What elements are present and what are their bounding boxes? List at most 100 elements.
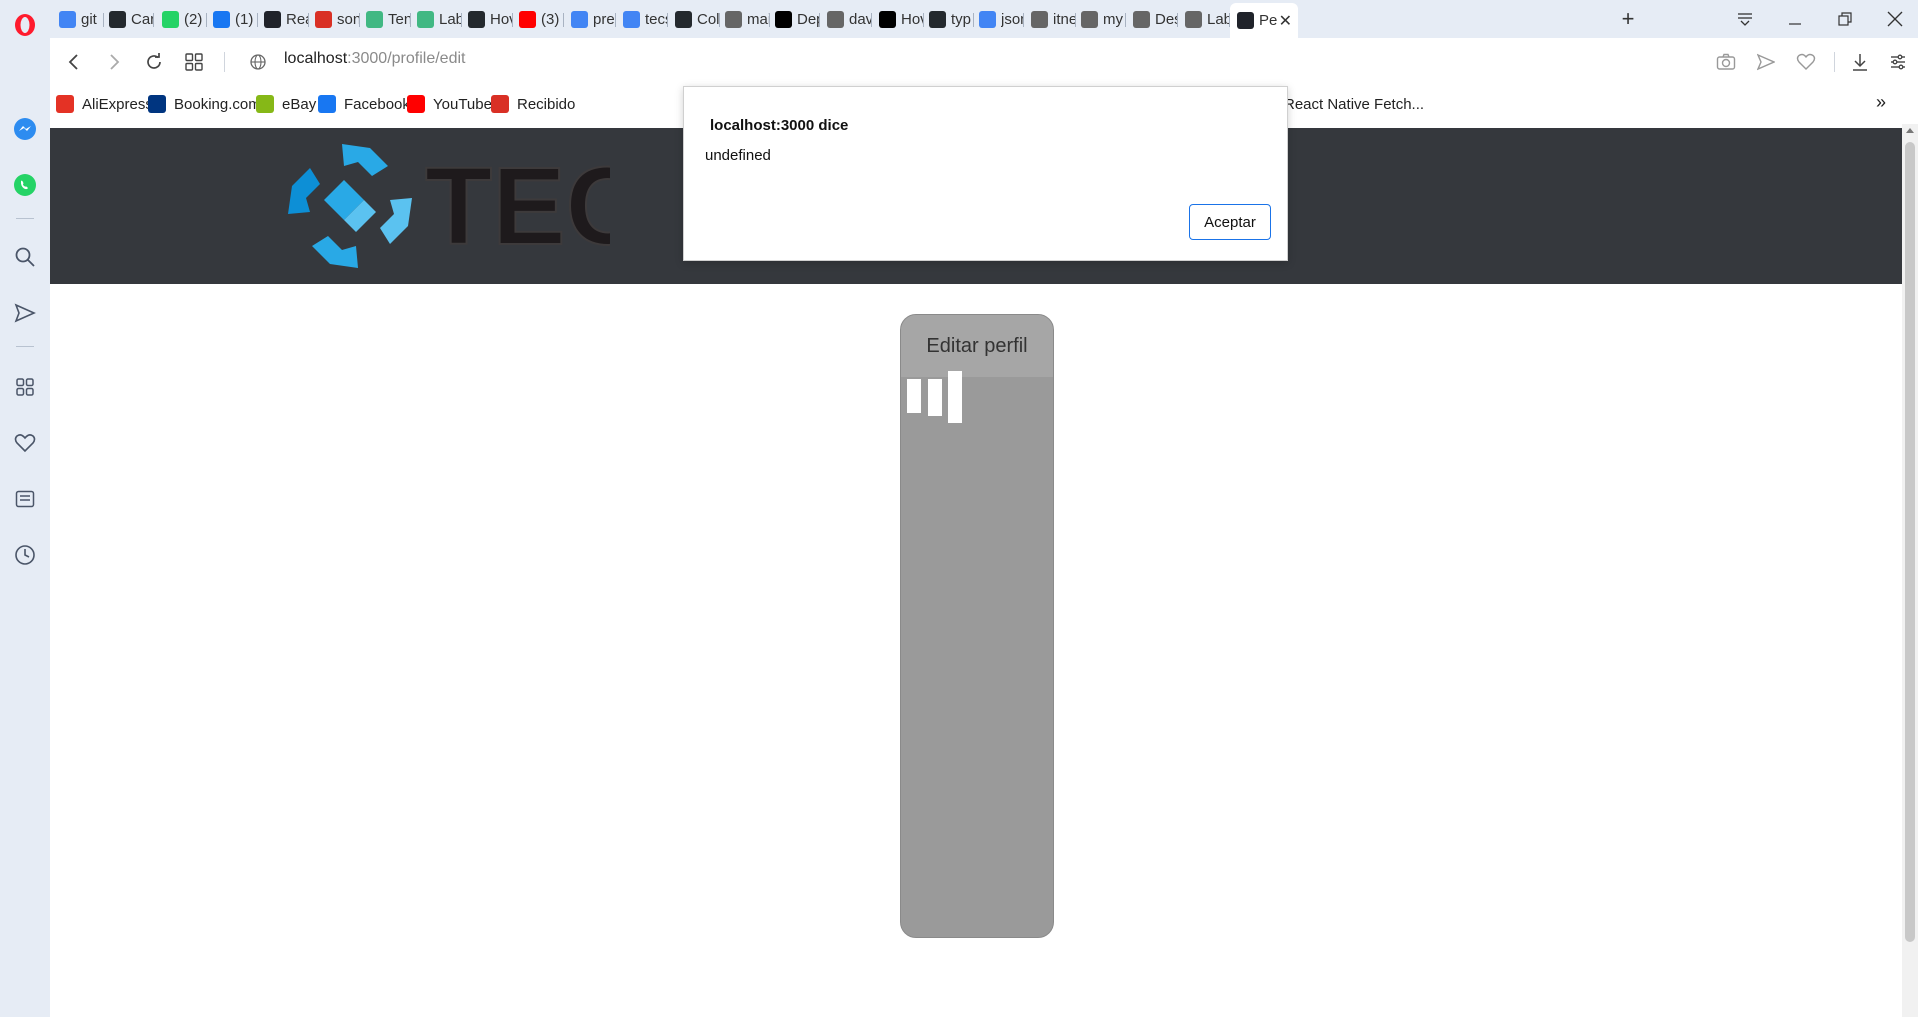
tab-label: tecs — [645, 11, 668, 28]
bookmark-label: Facebook — [344, 95, 410, 113]
news-icon[interactable] — [10, 484, 40, 514]
tab-label: itne — [1053, 11, 1076, 28]
accept-button[interactable]: Aceptar — [1189, 204, 1271, 240]
tab-menu-icon[interactable] — [1726, 4, 1764, 34]
loading-bar — [928, 379, 942, 416]
tab-label: Hov — [490, 11, 513, 28]
bookmark-label: React Native Fetch... — [1284, 95, 1425, 113]
address-host: localhost — [284, 50, 348, 67]
react-icon — [1237, 12, 1254, 29]
tab-16[interactable]: dav — [820, 3, 872, 36]
tab-label: pre — [593, 11, 615, 28]
tab-10[interactable]: (3) — [512, 3, 564, 36]
whatsapp-icon[interactable] — [10, 170, 40, 200]
tab-1[interactable]: git — [52, 3, 104, 36]
whatsapp-icon — [162, 11, 179, 28]
tab-7[interactable]: Ten — [359, 3, 411, 36]
toolbar-divider — [1834, 52, 1835, 72]
google-icon — [979, 11, 996, 28]
ebay-icon — [256, 95, 274, 113]
tab-14[interactable]: mai — [718, 3, 770, 36]
youtube-icon — [519, 11, 536, 28]
downloads-icon[interactable] — [1846, 48, 1874, 76]
tab-label: Rea — [286, 11, 309, 28]
close-tab-icon[interactable]: ✕ — [1279, 11, 1292, 31]
snapshot-camera-icon[interactable] — [1712, 48, 1740, 76]
tab-label: Dep — [797, 11, 820, 28]
bookmark-heart-icon[interactable] — [1792, 48, 1820, 76]
page-scrollbar[interactable] — [1902, 124, 1918, 1017]
scroll-up-arrow-icon[interactable] — [1906, 128, 1914, 133]
tab-4[interactable]: (1) — [206, 3, 258, 36]
tab-20[interactable]: itne — [1024, 3, 1076, 36]
tab-11[interactable]: pre — [564, 3, 616, 36]
easy-setup-icon[interactable] — [1884, 48, 1912, 76]
back-button[interactable] — [60, 48, 88, 76]
new-tab-button[interactable]: + — [1608, 4, 1648, 34]
address-bar[interactable]: localhost:3000/profile/edit — [284, 50, 465, 68]
tab-2[interactable]: Car — [102, 3, 154, 36]
speed-dial-icon[interactable] — [10, 372, 40, 402]
tab-label: typ — [951, 11, 972, 28]
tecs-logo[interactable]: TECS — [280, 136, 719, 276]
tab-label: Col — [697, 11, 720, 28]
forward-button[interactable] — [100, 48, 128, 76]
bookmarks-overflow-button[interactable]: » — [1876, 92, 1886, 113]
tab-label: my — [1103, 11, 1123, 28]
tab-label: Des — [1155, 11, 1178, 28]
scrollbar-thumb[interactable] — [1905, 142, 1915, 942]
vue-icon — [366, 11, 383, 28]
tab-strip: git Car (2) (1) Rea son Ten Lab Hov (3) pre tecs Col… — [50, 0, 1918, 38]
tab-18[interactable]: typ — [922, 3, 974, 36]
bookmark-item[interactable]: Booking.com — [148, 95, 261, 113]
aliexpress-icon — [56, 95, 74, 113]
tab-23[interactable]: Lab — [1178, 3, 1230, 36]
booking-icon — [148, 95, 166, 113]
github-icon — [109, 11, 126, 28]
tab-3[interactable]: (2) — [155, 3, 207, 36]
send-to-flow-icon[interactable] — [1752, 48, 1780, 76]
tab-12[interactable]: tecs — [616, 3, 668, 36]
minimize-button[interactable] — [1776, 4, 1814, 34]
youtube-icon — [407, 95, 425, 113]
heart-icon[interactable] — [10, 428, 40, 458]
bookmark-item[interactable]: YouTube — [407, 95, 492, 113]
opera-logo-icon[interactable] — [10, 10, 40, 40]
tab-13[interactable]: Col — [668, 3, 720, 36]
loading-bar — [948, 371, 962, 423]
bookmark-item[interactable]: AliExpress — [56, 95, 153, 113]
alert-title: localhost:3000 dice — [710, 117, 849, 134]
tab-label: json — [1001, 11, 1024, 28]
tab-6[interactable]: son — [308, 3, 360, 36]
send-icon[interactable] — [10, 298, 40, 328]
github-icon — [929, 11, 946, 28]
svg-text:TECS: TECS — [425, 145, 610, 268]
restore-button[interactable] — [1826, 4, 1864, 34]
loading-bar — [907, 379, 921, 413]
tab-19[interactable]: json — [972, 3, 1024, 36]
tab-9[interactable]: Hov — [461, 3, 513, 36]
bookmark-item[interactable]: eBay — [256, 95, 316, 113]
tab-21[interactable]: my — [1074, 3, 1126, 36]
google-icon — [623, 11, 640, 28]
tab-22[interactable]: Des — [1126, 3, 1178, 36]
tabs-overview-icon[interactable] — [180, 48, 208, 76]
search-icon[interactable] — [10, 242, 40, 272]
tab-17[interactable]: Hov — [872, 3, 924, 36]
tab-label: Lab — [439, 11, 462, 28]
tab-8[interactable]: Lab — [410, 3, 462, 36]
messenger-icon[interactable] — [10, 114, 40, 144]
tab-15[interactable]: Dep — [768, 3, 820, 36]
tab-5[interactable]: Rea — [257, 3, 309, 36]
document-icon — [1185, 11, 1202, 28]
gmail-icon — [491, 95, 509, 113]
reload-button[interactable] — [140, 48, 168, 76]
bookmark-item[interactable]: Facebook — [318, 95, 410, 113]
tab-24[interactable]: Pe ✕ — [1230, 3, 1298, 38]
close-window-button[interactable] — [1876, 4, 1914, 34]
history-icon[interactable] — [10, 540, 40, 570]
bookmark-item[interactable]: Recibido — [491, 95, 575, 113]
edit-profile-card: Editar perfil — [900, 314, 1054, 938]
site-info-globe-icon[interactable] — [244, 48, 272, 76]
facebook-icon — [318, 95, 336, 113]
